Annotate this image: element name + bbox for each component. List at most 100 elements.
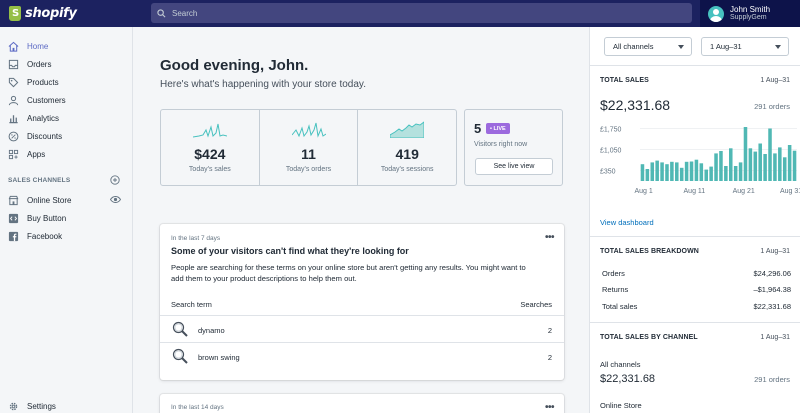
- chart-bar[interactable]: [753, 151, 758, 181]
- sidebar-item-orders[interactable]: Orders: [8, 56, 51, 72]
- chart-bar[interactable]: [733, 166, 738, 181]
- sidebar-item-label: Online Store: [27, 195, 72, 205]
- channel-all-orders: 291 orders: [754, 375, 790, 384]
- x-tick-label: Aug 31: [780, 188, 800, 195]
- chart-bar[interactable]: [640, 164, 645, 181]
- card-body: People are searching for these terms on …: [171, 263, 526, 283]
- total-sales-date: 1 Aug–31: [760, 77, 790, 84]
- chevron-down-icon: [678, 45, 684, 49]
- shopify-logo[interactable]: shopify: [9, 5, 77, 22]
- sidebar-item-apps[interactable]: Apps: [8, 146, 45, 162]
- recent-insights-card: In the last 14 days •••: [160, 394, 564, 413]
- eye-icon[interactable]: [110, 195, 121, 204]
- channel-select[interactable]: All channels: [604, 37, 692, 56]
- avatar: [708, 5, 724, 22]
- sidebar-item-facebook[interactable]: Facebook: [8, 228, 62, 244]
- chart-bar[interactable]: [699, 163, 704, 181]
- search-insights-card: In the last 7 days ••• Some of your visi…: [160, 224, 564, 380]
- sidebar: Home Orders Products Customers Analytics…: [0, 27, 133, 413]
- chart-bar[interactable]: [748, 148, 753, 181]
- chart-bar[interactable]: [738, 162, 743, 181]
- chart-bar[interactable]: [714, 153, 718, 181]
- channel-all-label: All channels: [600, 360, 641, 369]
- sidebar-item-analytics[interactable]: Analytics: [8, 110, 59, 126]
- chart-bar[interactable]: [665, 164, 669, 181]
- chart-bar[interactable]: [782, 157, 787, 181]
- search-bar[interactable]: [151, 3, 692, 23]
- sidebar-item-settings[interactable]: Settings: [8, 398, 56, 413]
- chart-bar[interactable]: [650, 162, 655, 181]
- chart-bar[interactable]: [729, 148, 733, 181]
- chart-bar[interactable]: [679, 167, 684, 181]
- stat-label: Today's orders: [285, 166, 332, 173]
- user-name: John Smith: [730, 5, 771, 14]
- search-input[interactable]: [172, 8, 672, 18]
- sidebar-item-home[interactable]: Home: [8, 38, 48, 54]
- channel-online-store-label: Online Store: [600, 401, 642, 410]
- card-title: Some of your visitors can't find what th…: [171, 246, 409, 256]
- bar-chart-icon: [9, 114, 18, 123]
- chart-bar[interactable]: [684, 161, 689, 181]
- chart-bar[interactable]: [758, 143, 762, 182]
- stat-sales[interactable]: $424 Today's sales: [161, 110, 260, 185]
- date-select-value: 1 Aug–31: [710, 42, 742, 51]
- right-panel: All channels 1 Aug–31 TOTAL SALES 1 Aug–…: [589, 27, 800, 413]
- magnifier-icon: [172, 321, 188, 337]
- divider: [590, 322, 800, 323]
- chart-bar[interactable]: [787, 145, 792, 181]
- sidebar-item-label: Settings: [27, 401, 56, 411]
- chart-bar[interactable]: [694, 159, 699, 181]
- table-header: Search term Searches: [171, 300, 552, 309]
- total-sales-orders: 291 orders: [754, 102, 790, 111]
- chevron-down-icon: [775, 45, 781, 49]
- chart-bar[interactable]: [704, 169, 708, 181]
- view-dashboard-link[interactable]: View dashboard: [600, 218, 654, 227]
- chart-bar[interactable]: [709, 166, 713, 181]
- chart-bar[interactable]: [743, 127, 748, 181]
- stat-value: $424: [194, 146, 226, 162]
- home-icon: [8, 41, 19, 52]
- chart-bar[interactable]: [724, 166, 728, 181]
- chart-bar[interactable]: [763, 154, 767, 181]
- chart-bar[interactable]: [660, 162, 664, 181]
- channel-select-value: All channels: [613, 42, 654, 51]
- sidebar-item-buy-button[interactable]: Buy Button: [8, 210, 66, 226]
- stat-orders[interactable]: 11 Today's orders: [260, 110, 359, 185]
- stat-sessions[interactable]: 419 Today's sessions: [358, 110, 456, 185]
- sidebar-item-label: Buy Button: [27, 213, 67, 223]
- chart-bar[interactable]: [792, 150, 797, 181]
- logo-text: shopify: [25, 6, 77, 21]
- chart-bar[interactable]: [719, 151, 723, 181]
- page-title: Good evening, John.: [160, 57, 309, 74]
- sidebar-item-label: Orders: [27, 59, 52, 69]
- today-stats[interactable]: $424 Today's sales 11 Today's orders 419…: [160, 109, 457, 186]
- see-live-view-button[interactable]: See live view: [475, 158, 553, 175]
- chart-bar[interactable]: [778, 147, 782, 181]
- stat-label: Today's sessions: [380, 166, 434, 173]
- live-visitor-count: 5: [474, 121, 482, 136]
- add-circle-icon[interactable]: [110, 175, 120, 185]
- sidebar-item-label: Products: [27, 77, 59, 87]
- more-options-icon[interactable]: •••: [545, 402, 555, 413]
- chart-bar[interactable]: [773, 153, 777, 181]
- chart-bar[interactable]: [768, 128, 772, 182]
- y-tick-label: £350: [600, 169, 616, 176]
- date-range-select[interactable]: 1 Aug–31: [701, 37, 789, 56]
- chart-bar[interactable]: [689, 161, 694, 182]
- sidebar-item-products[interactable]: Products: [8, 74, 59, 90]
- chart-bar[interactable]: [645, 169, 650, 181]
- column-header-term: Search term: [171, 300, 212, 309]
- column-header-searches: Searches: [520, 300, 552, 309]
- facebook-icon: [8, 231, 19, 241]
- user-menu[interactable]: John Smith SupplyGem: [700, 0, 800, 27]
- chart-bar[interactable]: [675, 162, 679, 181]
- chart-bar[interactable]: [655, 160, 659, 181]
- sidebar-item-discounts[interactable]: Discounts: [8, 128, 62, 144]
- table-row[interactable]: dynamo 2: [160, 315, 564, 342]
- sidebar-item-online-store[interactable]: Online Store: [8, 192, 71, 208]
- more-options-icon[interactable]: •••: [545, 232, 555, 243]
- table-row[interactable]: brown swing 2: [160, 342, 564, 369]
- sidebar-item-customers[interactable]: Customers: [8, 92, 66, 108]
- chart-bar[interactable]: [670, 161, 674, 181]
- search-count: 2: [547, 353, 552, 362]
